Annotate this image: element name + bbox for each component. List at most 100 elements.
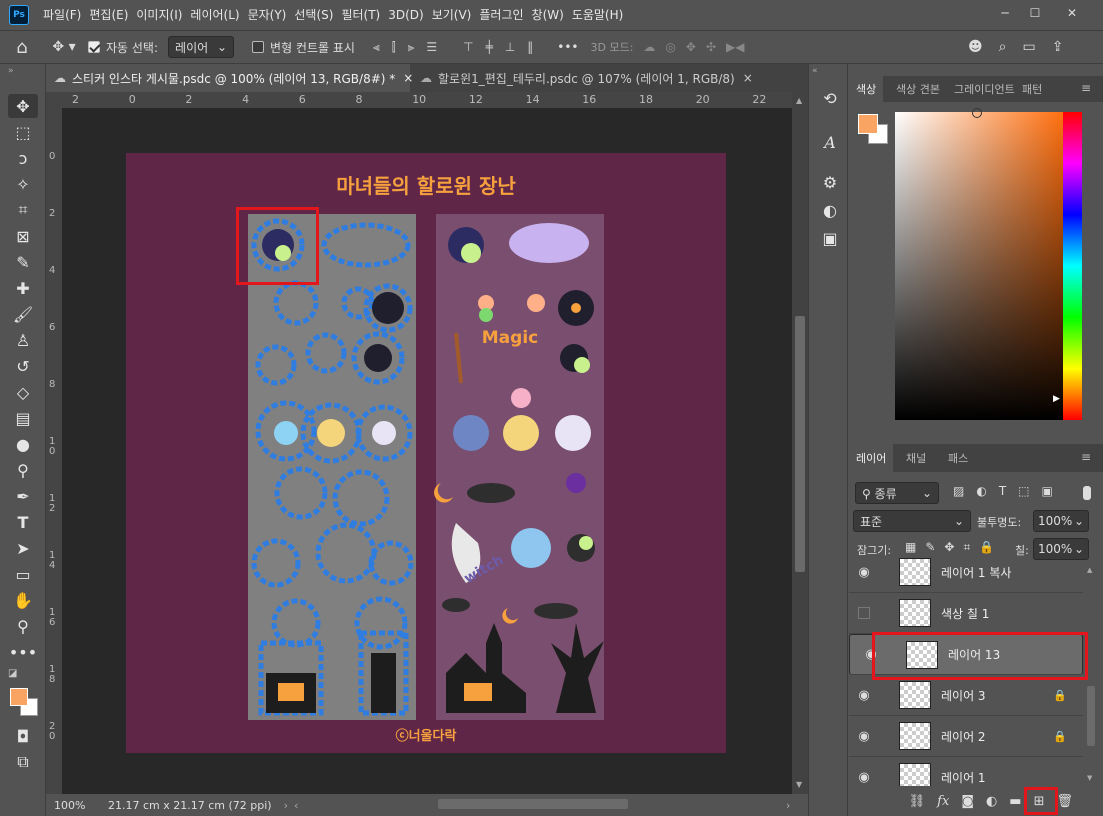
group-folder-icon[interactable]: ▬ — [1009, 794, 1021, 809]
hidden-visibility-icon[interactable] — [858, 607, 870, 619]
align-top-icon[interactable]: ⊤ — [463, 40, 473, 55]
menu-item[interactable]: 창(W) — [528, 0, 568, 30]
eye-icon[interactable]: ◉ — [849, 770, 879, 785]
character-panel-icon[interactable]: A — [815, 130, 845, 154]
collapse-panels-icon[interactable]: « — [812, 66, 818, 76]
type-tool-icon[interactable]: T — [8, 510, 38, 534]
move-tool-icon[interactable]: ✥ — [8, 94, 38, 118]
minimize-button[interactable]: ─ — [990, 0, 1020, 26]
zoom-level[interactable]: 100% — [54, 799, 94, 812]
marquee-tool-icon[interactable]: ⬚ — [8, 120, 38, 144]
close-button[interactable]: ✕ — [1057, 0, 1087, 26]
move-tool-icon[interactable]: ✥ ▾ — [44, 39, 84, 55]
zoom-tool-icon[interactable]: ⚲ — [8, 614, 38, 638]
layer-row[interactable]: ◉ 레이어 2 🔒 — [849, 716, 1083, 757]
tab-channels[interactable]: 채널 — [899, 444, 933, 472]
document-canvas[interactable]: 마녀들의 할로윈 장난 Magic witch ⓒ너울다락 — [126, 153, 726, 753]
menu-item[interactable]: 보기(V) — [428, 0, 476, 30]
delete-layer-icon[interactable]: 🗑 — [1056, 794, 1073, 809]
menu-item[interactable]: 문자(Y) — [244, 0, 291, 30]
vertical-scrollbar[interactable]: ▲ ▼ — [792, 92, 808, 794]
roll-3d-icon[interactable]: ◎ — [665, 40, 675, 54]
magic-wand-icon[interactable]: ✧ — [8, 172, 38, 196]
lock-all-icon[interactable]: 🔒 — [979, 540, 994, 555]
layers-scrollbar[interactable]: ▲ ▼ — [1085, 566, 1097, 786]
tab-sticker-instagram[interactable]: ☁ 스티커 인스타 게시물.psdc @ 100% (레이어 13, RGB/8… — [46, 64, 413, 92]
healing-brush-icon[interactable]: ✚ — [8, 276, 38, 300]
align-bottom-icon[interactable]: ⊥ — [505, 40, 515, 55]
menu-item[interactable]: 파일(F) — [39, 0, 85, 30]
tab-color[interactable]: 색상 — [849, 76, 884, 102]
filter-adjustment-icon[interactable]: ◐ — [976, 484, 986, 498]
distribute-vertical-icon[interactable]: ‖ — [527, 40, 533, 55]
vertical-scroll-thumb[interactable] — [795, 316, 805, 572]
crop-tool-icon[interactable]: ⌗ — [8, 198, 38, 222]
menu-item[interactable]: 이미지(I) — [132, 0, 186, 30]
layer-filter-dropdown[interactable]: ⚲ 종류 ⌄ — [855, 482, 939, 504]
gradient-tool-icon[interactable]: ▤ — [8, 406, 38, 430]
properties-panel-icon[interactable]: ◐ — [815, 198, 845, 222]
align-middle-icon[interactable]: ╪ — [486, 40, 493, 55]
panel-menu-icon[interactable]: ≡ — [1081, 81, 1091, 95]
scroll-up-icon[interactable]: ▲ — [796, 96, 802, 105]
maximize-button[interactable]: ☐ — [1020, 0, 1050, 26]
lock-transparent-icon[interactable]: ▦ — [905, 540, 916, 555]
share-icon[interactable]: ⇪ — [1052, 39, 1064, 55]
stamp-tool-icon[interactable]: ♙ — [8, 328, 38, 352]
slide-3d-icon[interactable]: ✣ — [706, 40, 716, 54]
tab-layers[interactable]: 레이어 — [849, 444, 894, 472]
filter-toggle[interactable] — [1083, 486, 1091, 500]
auto-select-dropdown[interactable]: 레이어 ⌄ — [168, 36, 235, 58]
eyedropper-icon[interactable]: ✎ — [8, 250, 38, 274]
tab-patterns[interactable]: 패턴 — [1015, 76, 1049, 102]
layer-row[interactable]: ◉ 레이어 13 — [849, 632, 1088, 680]
layer-row[interactable]: ◉ 레이어 3 🔒 — [849, 675, 1083, 716]
more-tools-icon[interactable]: ••• — [8, 640, 38, 664]
layer-mask-icon[interactable]: ◙ — [961, 794, 974, 809]
history-brush-icon[interactable]: ↺ — [8, 354, 38, 378]
layers-scroll-thumb[interactable] — [1087, 686, 1095, 746]
libraries-panel-icon[interactable]: ▣ — [815, 226, 845, 250]
transform-controls-checkbox[interactable] — [252, 41, 265, 53]
align-left-icon[interactable]: ⫷ — [373, 40, 380, 55]
screen-mode-icon[interactable]: ⧉ — [8, 750, 38, 774]
filter-smart-object-icon[interactable]: ▣ — [1042, 484, 1053, 498]
filter-type-icon[interactable]: T — [999, 484, 1006, 498]
menu-item[interactable]: 3D(D) — [384, 0, 427, 30]
fg-color-chip[interactable] — [858, 114, 878, 134]
pen-tool-icon[interactable]: ✒ — [8, 484, 38, 508]
menu-item[interactable]: 플러그인 — [475, 0, 527, 30]
rectangle-tool-icon[interactable]: ▭ — [8, 562, 38, 586]
collapse-toolbar-icon[interactable]: » — [8, 66, 14, 76]
layer-row[interactable]: ◉ 레이어 1 복사 — [849, 554, 1083, 593]
link-layers-icon[interactable]: ⛓ — [909, 794, 926, 809]
drag-3d-icon[interactable]: ✥ — [686, 40, 696, 54]
default-colors-icon[interactable]: ◪ — [8, 668, 17, 679]
align-right-icon[interactable]: ⫸ — [408, 40, 415, 55]
lock-artboard-icon[interactable]: ⌗ — [963, 540, 970, 555]
layer-style-icon[interactable]: fx — [937, 794, 949, 809]
path-selection-icon[interactable]: ➤ — [8, 536, 38, 560]
orbit-3d-icon[interactable]: ☁ — [643, 40, 655, 54]
frame-tool-icon[interactable]: ⊠ — [8, 224, 38, 248]
scroll-down-icon[interactable]: ▼ — [1087, 774, 1092, 782]
color-picker-marker[interactable] — [972, 108, 982, 118]
user-icon[interactable]: ☻ — [968, 39, 983, 55]
new-layer-icon[interactable]: ⊞ — [1023, 786, 1058, 815]
auto-select-checkbox[interactable] — [88, 41, 100, 53]
adjustments-panel-icon[interactable]: ⚙ — [815, 170, 845, 194]
menu-item[interactable]: 선택(S) — [290, 0, 337, 30]
foreground-color-swatch[interactable] — [10, 688, 28, 706]
eye-icon[interactable]: ◉ — [849, 688, 879, 703]
workspace-icon[interactable]: ▭ — [1022, 39, 1035, 55]
tab-paths[interactable]: 패스 — [941, 444, 975, 472]
scroll-down-icon[interactable]: ▼ — [796, 780, 802, 789]
filter-pixel-icon[interactable]: ▨ — [953, 484, 964, 498]
brush-tool-icon[interactable]: 🖌 — [8, 302, 38, 326]
eraser-tool-icon[interactable]: ◇ — [8, 380, 38, 404]
lock-image-icon[interactable]: ✎ — [925, 540, 935, 555]
eye-icon[interactable]: ◉ — [849, 729, 879, 744]
lasso-tool-icon[interactable]: ↄ — [8, 146, 38, 170]
camera-3d-icon[interactable]: ▶◀ — [726, 40, 744, 54]
blend-mode-dropdown[interactable]: 표준 ⌄ — [853, 510, 971, 532]
